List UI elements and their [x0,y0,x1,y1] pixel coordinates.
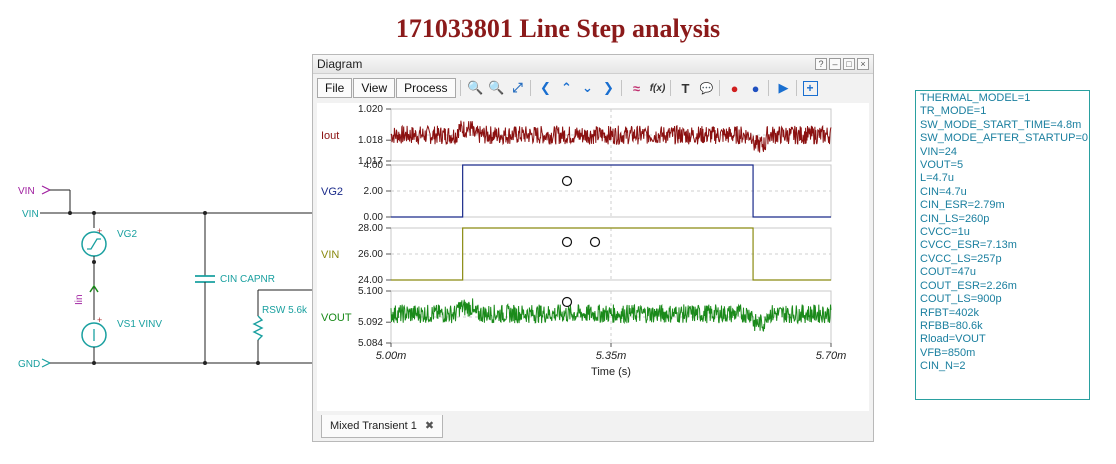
plot-area[interactable]: 1.0201.0181.017Iout4.002.000.00VG228.002… [317,103,869,411]
y-tick-label: 2.00 [364,186,384,197]
parameter-line: VOUT=5 [920,159,964,172]
comment-icon[interactable]: 💬 [698,79,716,97]
tab-close-icon[interactable]: ✖ [425,415,434,437]
rsw-resistor-symbol [252,315,264,341]
maximize-button[interactable]: □ [843,58,855,70]
cursor-marker[interactable] [561,175,573,187]
vs1-label: VS1 VINV [117,319,162,330]
file-menu-button[interactable]: File [317,78,353,98]
parameter-line: THERMAL_MODEL=1 [920,92,1031,104]
diagram-window[interactable]: Diagram ? – □ × File View Process 🔍 🔍 ⤢ … [312,54,874,442]
parameter-list: THERMAL_MODEL=1 TR_MODE=1 SW_MODE_START_TI… [915,90,1090,400]
page-title: 171033801 Line Step analysis [395,14,721,43]
x-axis-label: Time (s) [591,366,631,378]
parameter-line: RFBT=402k [920,306,979,319]
tab-mixed-transient[interactable]: Mixed Transient 1 ✖ [321,415,444,438]
y-tick-label: 1.018 [358,135,383,146]
y-tick-label: 26.00 [358,249,383,260]
parameter-line: CIN_ESR=2.79m [920,199,1005,212]
zoom-in-icon[interactable]: 🔍 [467,79,485,97]
parameter-line: CVCC_ESR=7.13m [920,239,1017,252]
parameter-line: SW_MODE_START_TIME=4.8m [920,118,1082,131]
parameter-line: SW_MODE_AFTER_STARTUP=0 [920,132,1088,145]
cursor-marker[interactable] [561,236,573,248]
parameter-line: VIN=24 [920,145,957,158]
parameter-line: CVCC=1u [920,226,970,239]
rsw-label: RSW 5.6k [262,305,308,316]
parameter-line: L=4.7u [920,172,954,185]
function-icon[interactable]: f(x) [649,79,667,97]
vin-pin-arrow-icon [41,185,52,195]
cursor-marker[interactable] [561,296,573,308]
minimize-button[interactable]: – [829,58,841,70]
marker-blue-icon[interactable]: ● [747,79,765,97]
pan-left-icon[interactable]: ❮ [537,79,555,97]
parameter-line: Rload=VOUT [920,333,986,346]
zoom-out-icon[interactable]: 🔍 [488,79,506,97]
tab-label: Mixed Transient 1 [330,420,417,432]
y-tick-label: 4.00 [364,160,384,171]
series-label: VG2 [321,186,343,198]
svg-text:+: + [97,315,102,325]
y-tick-label: 28.00 [358,223,383,234]
svg-text:+: + [97,226,102,236]
series-label: VIN [321,249,339,261]
y-tick-label: 24.00 [358,275,383,286]
add-panel-icon[interactable]: + [802,80,818,96]
y-tick-label: 1.020 [358,104,383,115]
window-title-bar[interactable]: Diagram ? – □ × [313,55,873,74]
window-title: Diagram [317,57,363,71]
y-tick-label: 0.00 [364,212,384,223]
parameter-line: COUT=47u [920,266,976,279]
cin-label: CIN CAPNR [220,274,275,285]
parameter-line: CIN_LS=260p [920,212,990,225]
parameter-line: TR_MODE=1 [920,105,987,118]
x-tick-label: 5.70m [816,350,847,362]
gnd-net-label: GND [18,359,40,370]
vg2-label: VG2 [117,229,137,240]
parameter-line: CIN_N=2 [920,360,966,373]
fit-view-icon[interactable]: ⤢ [509,79,527,97]
series-label: Iout [321,130,339,142]
parameter-line: COUT_ESR=2.26m [920,279,1017,292]
marker-red-icon[interactable]: ● [726,79,744,97]
y-tick-label: 5.092 [358,317,383,328]
process-menu-button[interactable]: Process [396,78,456,98]
pan-right-icon[interactable]: ❯ [600,79,618,97]
parameter-line: COUT_LS=900p [920,293,1002,306]
y-tick-label: 5.084 [358,338,383,349]
series-label: VOUT [321,312,352,324]
close-button[interactable]: × [857,58,869,70]
y-tick-label: 5.100 [358,286,383,297]
parameter-line: VFB=850m [920,346,976,359]
parameter-line: RFBB=80.6k [920,319,983,332]
pan-down-icon[interactable]: ⌄ [579,79,597,97]
help-button[interactable]: ? [815,58,827,70]
gnd-pin-arrow-icon [41,358,52,368]
text-icon[interactable]: T [677,79,695,97]
iin-label: Iin [74,294,85,305]
pan-up-icon[interactable]: ⌃ [558,79,576,97]
waveform-icon[interactable]: ≈ [628,79,646,97]
x-tick-label: 5.35m [596,350,627,362]
view-menu-button[interactable]: View [353,78,396,98]
x-tick-label: 5.00m [376,350,407,362]
vin-net-label: VIN [22,209,39,220]
play-icon[interactable]: ▶ [775,79,793,97]
vin-pin-label: VIN [18,186,35,197]
parameter-line: CIN=4.7u [920,185,967,198]
schematic: VIN VIN + VG2 Iin + VS1 VINV CIN CAPNR R… [18,185,320,370]
cursor-marker[interactable] [589,236,601,248]
toolbar: File View Process 🔍 🔍 ⤢ ❮ ⌃ ⌄ ❯ ≈ f(x) T… [317,77,869,99]
parameter-line: CVCC_LS=257p [920,252,1002,265]
